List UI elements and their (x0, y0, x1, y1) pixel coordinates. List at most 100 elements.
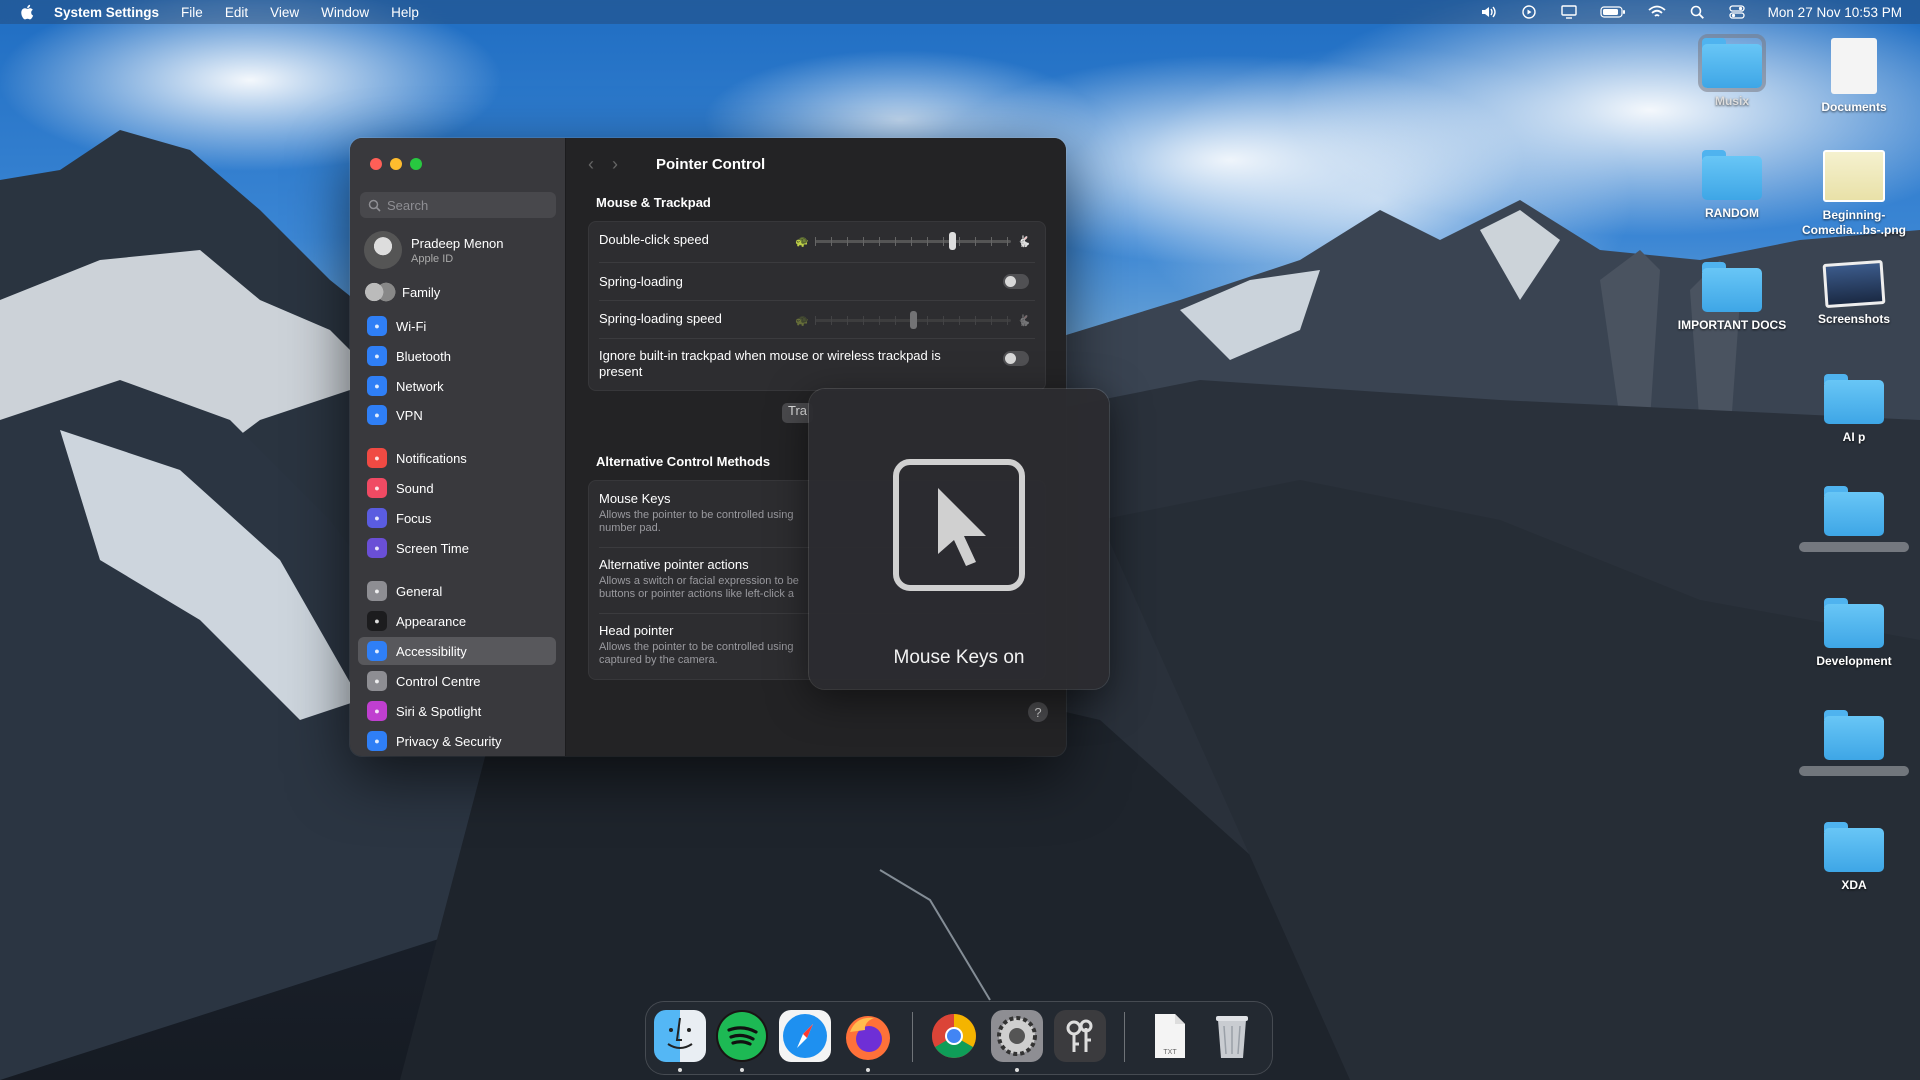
folder-icon (1702, 262, 1762, 312)
folder-icon (1824, 374, 1884, 424)
redacted-label (1799, 542, 1909, 552)
globe-icon: ● (367, 376, 387, 396)
desktop-icon-xda[interactable]: XDA (1794, 822, 1914, 893)
mouse-keys-title: Mouse Keys (599, 491, 671, 506)
desktop-icon-important-docs[interactable]: IMPORTANT DOCS (1672, 262, 1792, 333)
slider-knob[interactable] (910, 310, 917, 329)
sidebar-item-vpn[interactable]: ● VPN (358, 401, 556, 429)
desktop-icon[interactable] (1794, 486, 1914, 552)
firefox-icon[interactable] (842, 1010, 894, 1062)
dock-separator (1124, 1012, 1125, 1062)
profile-subtitle: Apple ID (411, 252, 454, 265)
apple-logo-icon[interactable] (20, 4, 34, 20)
display-icon[interactable] (1560, 5, 1578, 19)
sidebar-item-network[interactable]: ● Network (358, 372, 556, 400)
spotify-icon[interactable] (716, 1010, 768, 1062)
spring-loading-speed-slider[interactable]: 🐢 🐇 (795, 310, 1031, 329)
slider-knob[interactable] (949, 231, 957, 250)
help-button[interactable]: ? (1028, 702, 1048, 722)
turtle-icon: 🐢 (795, 314, 809, 327)
hare-icon: 🐇 (1017, 314, 1031, 327)
desktop-icon-musix[interactable]: Musix (1672, 34, 1792, 109)
search-input[interactable]: Search (360, 192, 556, 218)
menu-window[interactable]: Window (321, 5, 369, 20)
hud-label: Mouse Keys on (893, 647, 1025, 668)
menu-clock[interactable]: Mon 27 Nov 10:53 PM (1768, 5, 1902, 20)
close-button[interactable] (370, 158, 382, 170)
chrome-icon[interactable] (928, 1010, 980, 1062)
desktop-icon[interactable] (1794, 710, 1914, 776)
desktop-icon-screenshots[interactable]: Screenshots (1794, 259, 1914, 327)
volume-icon[interactable] (1480, 5, 1498, 19)
search-placeholder: Search (387, 197, 429, 213)
gear-icon: ● (367, 581, 387, 601)
sidebar-item-control-centre[interactable]: ● Control Centre (358, 667, 556, 695)
desktop-icon-documents[interactable]: Documents (1794, 38, 1914, 115)
accessibility-icon: ● (367, 641, 387, 661)
sidebar-item-siri-spotlight[interactable]: ● Siri & Spotlight (358, 697, 556, 725)
menu-edit[interactable]: Edit (225, 5, 248, 20)
spring-loading-toggle[interactable] (1003, 274, 1029, 289)
desktop-icon-label: Documents (1821, 100, 1887, 114)
mouse-keys-hud: Mouse Keys on (809, 389, 1109, 689)
profile-name: Pradeep Menon (411, 235, 504, 251)
desktop-icon-label: Musix (1714, 94, 1749, 108)
forward-arrow-icon[interactable]: › (612, 154, 618, 175)
apple-id-profile[interactable]: Pradeep Menon Apple ID (364, 231, 504, 269)
sidebar-item-label: Sound (396, 480, 434, 496)
text-file-icon[interactable]: TXT (1143, 1010, 1195, 1062)
menu-bar: System Settings File Edit View Window He… (0, 0, 1920, 24)
sidebar-item-appearance[interactable]: ● Appearance (358, 607, 556, 635)
desktop-icon-random[interactable]: RANDOM (1672, 150, 1792, 221)
sidebar-item-label: Network (396, 378, 444, 394)
control-center-icon[interactable] (1728, 5, 1746, 19)
wifi-icon[interactable] (1648, 5, 1666, 19)
sidebar-item-general[interactable]: ● General (358, 577, 556, 605)
sidebar-item-label: Wi-Fi (396, 318, 427, 334)
back-arrow-icon[interactable]: ‹ (588, 154, 594, 175)
spotlight-icon[interactable] (1688, 5, 1706, 19)
sidebar-item-sound[interactable]: ● Sound (358, 474, 556, 502)
play-icon[interactable] (1520, 5, 1538, 19)
wifi-icon: ● (367, 316, 387, 336)
sidebar-item-label: Accessibility (396, 643, 467, 659)
menu-app-name[interactable]: System Settings (54, 5, 159, 20)
trash-icon[interactable] (1206, 1010, 1258, 1062)
sidebar-item-notifications[interactable]: ● Notifications (358, 444, 556, 472)
dock: TXT (646, 1002, 1272, 1074)
mouse-keys-desc-2: number pad. (599, 522, 661, 534)
menu-file[interactable]: File (181, 5, 203, 20)
sidebar-item-label: Notifications (396, 450, 467, 466)
double-click-speed-slider[interactable]: 🐢 🐇 (795, 231, 1031, 250)
turtle-icon: 🐢 (795, 235, 809, 248)
sidebar-item-accessibility[interactable]: ● Accessibility (358, 637, 556, 665)
sidebar-item-screen-time[interactable]: ● Screen Time (358, 534, 556, 562)
desktop-icon-beginning-comedia-bs-png[interactable]: Beginning-Comedia...bs-.png (1794, 150, 1914, 238)
finder-icon[interactable] (654, 1010, 706, 1062)
menu-view[interactable]: View (270, 5, 299, 20)
desktop-icon-label: Development (1816, 654, 1892, 668)
sidebar-item-family[interactable]: Family (358, 278, 556, 306)
search-icon (368, 199, 381, 212)
menu-help[interactable]: Help (391, 5, 419, 20)
sidebar-item-wi-fi[interactable]: ● Wi-Fi (358, 312, 556, 340)
zoom-button[interactable] (410, 158, 422, 170)
head-pointer-desc: Allows the pointer to be controlled usin… (599, 641, 794, 653)
sidebar-item-bluetooth[interactable]: ● Bluetooth (358, 342, 556, 370)
system-settings-icon[interactable] (991, 1010, 1043, 1062)
minimize-button[interactable] (390, 158, 402, 170)
safari-icon[interactable] (779, 1010, 831, 1062)
sidebar-item-privacy-security[interactable]: ● Privacy & Security (358, 727, 556, 755)
sidebar-item-focus[interactable]: ● Focus (358, 504, 556, 532)
desktop-icon-label: Screenshots (1817, 312, 1891, 326)
ignore-trackpad-toggle[interactable] (1003, 351, 1029, 366)
keychain-icon[interactable] (1054, 1010, 1106, 1062)
sidebar-item-label: Bluetooth (396, 348, 451, 364)
desktop-icon-ai-p[interactable]: AI p (1794, 374, 1914, 445)
desktop-icon-development[interactable]: Development (1794, 598, 1914, 669)
pointer-cursor-icon (893, 459, 1025, 591)
navigation-arrows: ‹ › (588, 154, 618, 175)
folder-icon (1824, 822, 1884, 872)
battery-icon[interactable] (1600, 5, 1626, 19)
appearance-icon: ● (367, 611, 387, 631)
